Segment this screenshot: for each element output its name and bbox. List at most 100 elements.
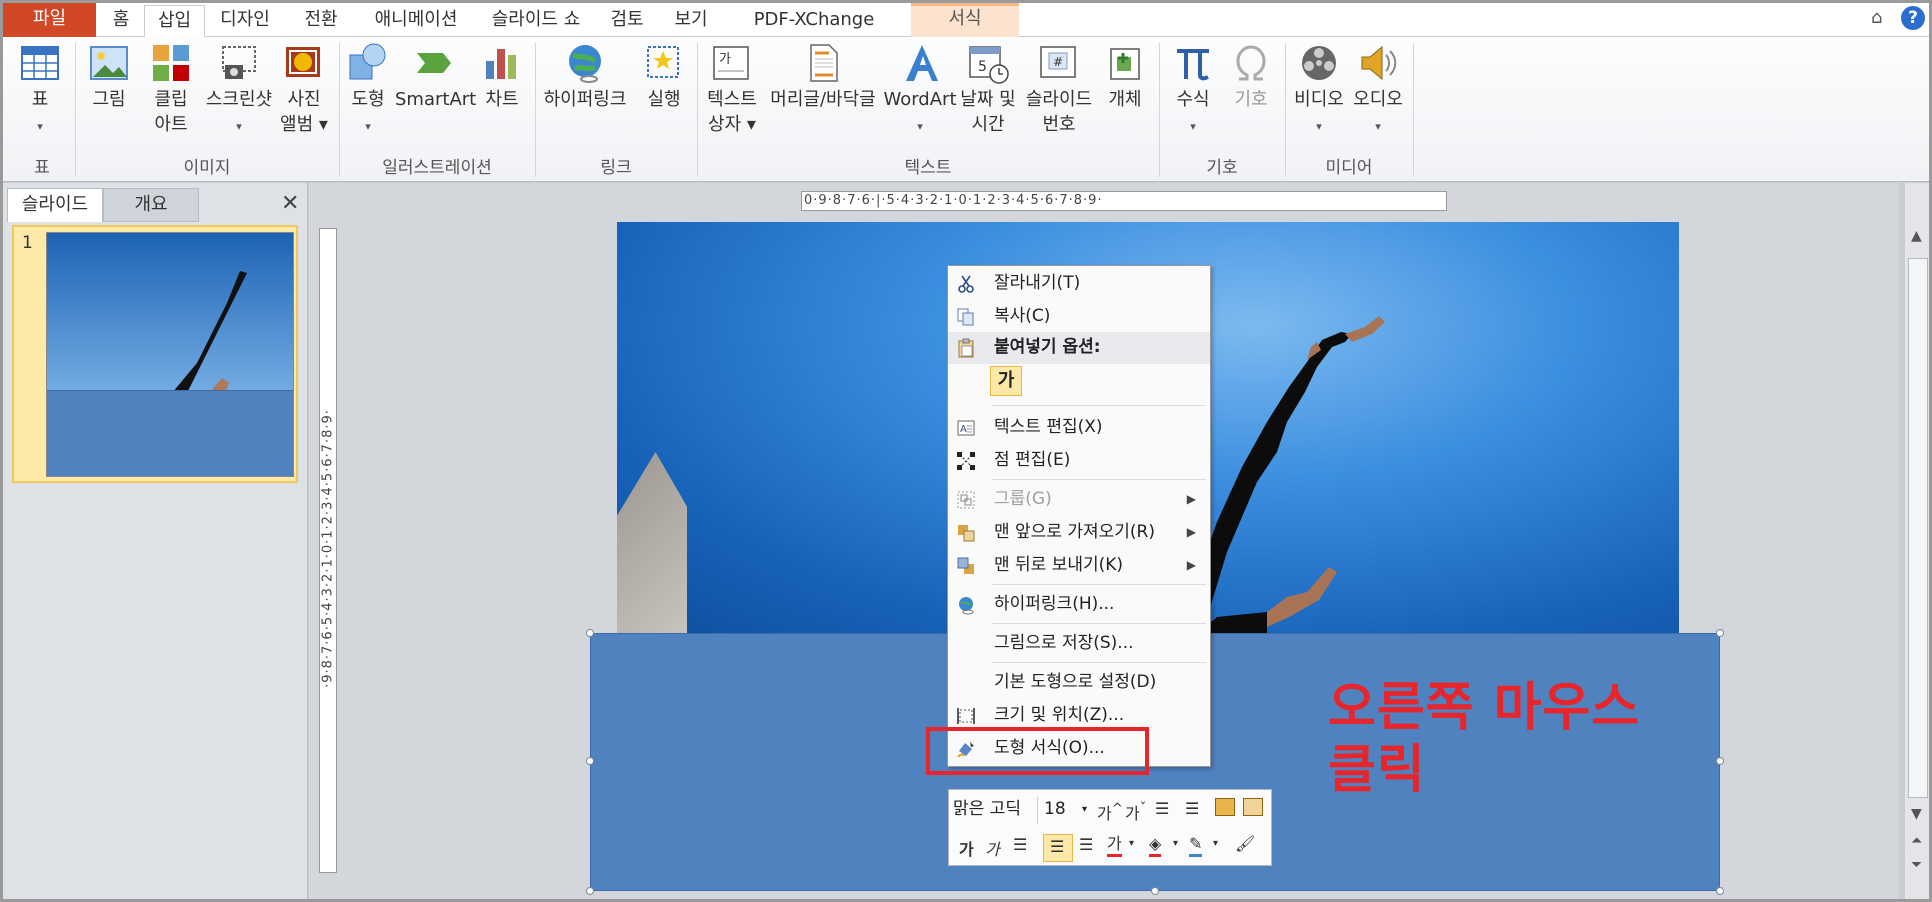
tab-transitions[interactable]: 전환 bbox=[293, 5, 349, 37]
slide-thumbnail-1[interactable]: 1 bbox=[12, 225, 298, 483]
shapes-label: 도형 bbox=[351, 89, 385, 110]
clipart-button[interactable]: 클립 아트 bbox=[143, 37, 199, 137]
format-painter-icon[interactable]: 🖌 bbox=[1235, 834, 1255, 853]
tab-review[interactable]: 검토 bbox=[603, 5, 651, 37]
audio-button[interactable]: 오디오 ▾ bbox=[1349, 37, 1407, 139]
tab-outline[interactable]: 개요 bbox=[103, 188, 199, 222]
increase-indent-icon[interactable]: ☰ bbox=[1185, 799, 1199, 818]
align-center-button[interactable]: ☰ bbox=[1043, 834, 1073, 862]
annotation-line-2: 클릭 bbox=[1328, 740, 1426, 800]
resize-handle[interactable] bbox=[1716, 887, 1724, 895]
textbox-label: 텍스트 bbox=[707, 89, 757, 110]
menu-separator bbox=[992, 662, 1206, 663]
font-color-button[interactable]: 가 bbox=[1107, 834, 1122, 857]
group-label-images: 이미지 bbox=[183, 158, 231, 178]
next-slide-icon[interactable]: ⏷ bbox=[1911, 857, 1922, 873]
action-label: 실행 bbox=[647, 89, 681, 110]
textbox-button[interactable]: 가 텍스트 상자 ▾ bbox=[701, 37, 763, 137]
menu-item-set-default-shape[interactable]: 기본 도형으로 설정(D) bbox=[948, 667, 1210, 699]
outline-dropdown-icon[interactable]: ▾ bbox=[1213, 838, 1218, 849]
picture-icon bbox=[90, 46, 128, 80]
menu-item-edit-text[interactable]: A 텍스트 편집(X) bbox=[948, 412, 1210, 444]
decrease-indent-icon[interactable]: ☰ bbox=[1155, 799, 1169, 818]
font-size-select[interactable]: 18 ▾ bbox=[1037, 797, 1091, 824]
smartart-button[interactable]: SmartArt bbox=[395, 37, 476, 112]
tab-view[interactable]: 보기 bbox=[667, 5, 715, 37]
shape-fill-icon[interactable] bbox=[1215, 798, 1235, 816]
menu-item-send-to-back[interactable]: 맨 뒤로 보내기(K) ▶ bbox=[948, 550, 1210, 582]
italic-button[interactable]: 가 bbox=[985, 836, 1000, 860]
tab-design[interactable]: 디자인 bbox=[211, 5, 279, 37]
menu-label: 하이퍼링크(H)... bbox=[994, 594, 1115, 614]
menu-item-group[interactable]: 그룹(G) ▶ bbox=[948, 484, 1210, 516]
scroll-down-icon[interactable]: ▼ bbox=[1911, 806, 1922, 822]
table-button[interactable]: 표 ▾ bbox=[13, 37, 67, 139]
edit-points-icon bbox=[957, 452, 975, 470]
resize-handle[interactable] bbox=[1716, 629, 1724, 637]
bold-button[interactable]: 가 bbox=[959, 836, 974, 860]
font-name-select[interactable]: 맑은 고딕 bbox=[953, 797, 1035, 824]
menu-item-bring-to-front[interactable]: 맨 앞으로 가져오기(R) ▶ bbox=[948, 517, 1210, 549]
menu-item-hyperlink[interactable]: 하이퍼링크(H)... bbox=[948, 589, 1210, 621]
resize-handle[interactable] bbox=[586, 757, 594, 765]
menu-item-edit-points[interactable]: 점 편집(E) bbox=[948, 445, 1210, 477]
tab-slideshow[interactable]: 슬라이드 쇼 bbox=[481, 5, 591, 37]
align-left-icon[interactable]: ☰ bbox=[1013, 835, 1027, 854]
previous-slide-icon[interactable]: ⏶ bbox=[1911, 833, 1922, 849]
shapes-button[interactable]: 도형 ▾ bbox=[343, 37, 393, 139]
slide-number-button[interactable]: # 슬라이드 번호 bbox=[1019, 37, 1099, 137]
minimize-ribbon-icon[interactable]: ⌂ bbox=[1871, 7, 1882, 28]
chart-button[interactable]: 차트 bbox=[477, 37, 527, 112]
scroll-thumb[interactable] bbox=[1908, 258, 1928, 798]
video-label: 비디오 bbox=[1294, 89, 1344, 110]
audio-label: 오디오 bbox=[1353, 89, 1403, 110]
grow-font-icon[interactable]: 가^ bbox=[1097, 800, 1123, 824]
picture-button[interactable]: 그림 bbox=[81, 37, 137, 112]
tab-file[interactable]: 파일 bbox=[3, 3, 96, 37]
group-label-links: 링크 bbox=[600, 158, 632, 178]
shape-style-icon[interactable] bbox=[1243, 798, 1263, 816]
shapes-icon bbox=[349, 43, 386, 80]
resize-handle[interactable] bbox=[586, 629, 594, 637]
chart-icon bbox=[486, 49, 516, 79]
tab-home[interactable]: 홈 bbox=[101, 5, 141, 37]
resize-handle[interactable] bbox=[1716, 757, 1724, 765]
date-time-button[interactable]: 5 날짜 및 시간 bbox=[957, 37, 1019, 137]
menu-item-cut[interactable]: 잘라내기(T) bbox=[948, 268, 1210, 300]
screenshot-button[interactable]: 스크린샷 ▾ bbox=[199, 37, 279, 139]
equation-button[interactable]: 수식 ▾ bbox=[1165, 37, 1221, 139]
action-button[interactable]: 실행 bbox=[637, 37, 691, 112]
font-color-dropdown-icon[interactable]: ▾ bbox=[1129, 838, 1134, 849]
tab-pdfxchange[interactable]: PDF-XChange 2012 bbox=[729, 5, 899, 60]
resize-handle[interactable] bbox=[586, 887, 594, 895]
wordart-button[interactable]: WordArt ▾ bbox=[883, 37, 957, 139]
header-footer-button[interactable]: 머리글/바닥글 bbox=[761, 37, 885, 112]
object-label: 개체 bbox=[1108, 89, 1142, 110]
menu-item-save-as-picture[interactable]: 그림으로 저장(S)... bbox=[948, 628, 1210, 660]
help-icon[interactable]: ? bbox=[1901, 6, 1925, 30]
photo-album-button[interactable]: 사진 앨범 ▾ bbox=[273, 37, 335, 137]
align-right-icon[interactable]: ☰ bbox=[1079, 835, 1093, 854]
resize-handle[interactable] bbox=[1151, 887, 1159, 895]
slides-panel: 슬라이드 개요 ✕ 1 bbox=[3, 183, 308, 899]
wordart-caret: ▾ bbox=[917, 120, 923, 133]
menu-item-copy[interactable]: 복사(C) bbox=[948, 301, 1210, 333]
tab-animations[interactable]: 애니메이션 bbox=[361, 5, 471, 37]
paste-keep-text-button[interactable]: 가 bbox=[990, 366, 1022, 396]
fill-bucket-icon[interactable]: ◈ bbox=[1149, 834, 1162, 857]
menu-separator bbox=[992, 479, 1206, 480]
date-time-label: 날짜 및 bbox=[960, 89, 1016, 110]
shrink-font-icon[interactable]: 가ˇ bbox=[1125, 800, 1146, 824]
outline-pen-icon[interactable]: ✎ bbox=[1189, 834, 1203, 857]
vertical-scrollbar[interactable]: ▲ ▼ ⏶ ⏷ bbox=[1905, 183, 1929, 899]
scroll-up-icon[interactable]: ▲ bbox=[1911, 228, 1922, 244]
hyperlink-button[interactable]: 하이퍼링크 bbox=[539, 37, 631, 112]
tab-insert[interactable]: 삽입 bbox=[144, 5, 205, 38]
video-button[interactable]: 비디오 ▾ bbox=[1289, 37, 1349, 139]
fill-dropdown-icon[interactable]: ▾ bbox=[1173, 838, 1178, 849]
close-panel-icon[interactable]: ✕ bbox=[281, 191, 299, 216]
symbol-button[interactable]: 기호 bbox=[1223, 37, 1279, 112]
tab-format[interactable]: 서식 bbox=[911, 3, 1019, 37]
tab-slides[interactable]: 슬라이드 bbox=[7, 188, 103, 222]
object-button[interactable]: 개체 bbox=[1099, 37, 1151, 112]
